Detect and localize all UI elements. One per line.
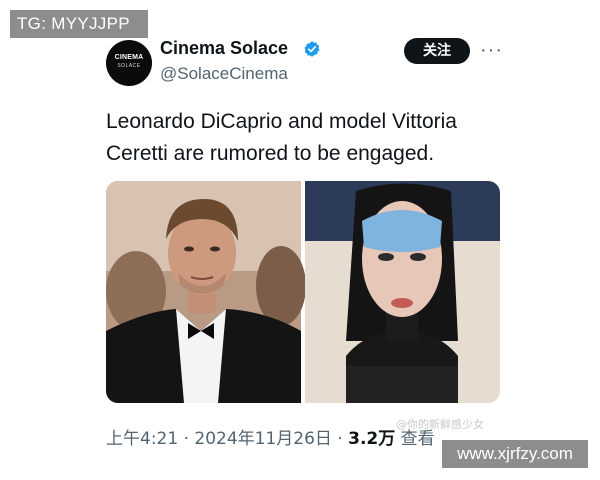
more-options-icon[interactable]: ···	[480, 39, 503, 62]
verified-badge-icon	[304, 41, 320, 57]
author-display-name[interactable]: Cinema Solace	[160, 38, 288, 59]
watermark-top-left: TG: MYYJJPP	[10, 10, 148, 38]
view-count: 3.2万	[348, 429, 396, 449]
photo-left[interactable]	[106, 181, 306, 403]
tweet-text: Leonardo DiCaprio and model Vittoria Cer…	[106, 110, 457, 165]
avatar-logo-line2: SOLACE	[117, 63, 141, 69]
follow-button[interactable]: 关注	[404, 38, 470, 64]
photo-right[interactable]	[305, 181, 500, 403]
tweet-meta: 上午4:21 · 2024年11月26日 · 3.2万 查看	[106, 424, 435, 449]
avatar-logo-line1: CINEMA	[114, 54, 144, 61]
watermark-bottom-right: www.xjrfzy.com	[442, 440, 588, 468]
author-avatar[interactable]: CINEMA SOLACE	[106, 40, 152, 86]
tweet-media[interactable]	[106, 181, 500, 403]
author-handle[interactable]: @SolaceCinema	[160, 64, 288, 84]
tweet-timestamp[interactable]: 上午4:21 · 2024年11月26日 ·	[106, 429, 348, 449]
view-label: 查看	[395, 429, 435, 449]
